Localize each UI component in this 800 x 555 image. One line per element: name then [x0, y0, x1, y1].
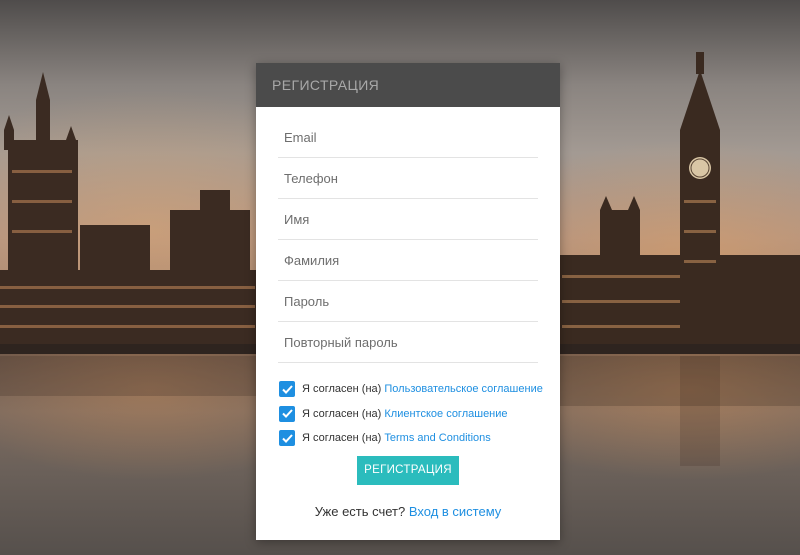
first-name-input[interactable] [278, 211, 538, 227]
client-agreement-checkbox[interactable] [279, 405, 295, 422]
last-name-field-row [278, 240, 538, 281]
agreement-user: Я согласен (на) Пользовательское соглаше… [279, 377, 560, 402]
agreement-terms: Я согласен (на) Terms and Conditions [279, 426, 560, 451]
user-agreement-link[interactable]: Пользовательское соглашение [384, 383, 542, 395]
check-icon [281, 434, 293, 443]
confirm-password-input[interactable] [278, 334, 538, 350]
terms-link[interactable]: Terms and Conditions [384, 432, 490, 444]
password-input[interactable] [278, 293, 538, 309]
check-icon [281, 409, 293, 419]
login-link[interactable]: Вход в систему [409, 504, 501, 519]
register-button[interactable]: РЕГИСТРАЦИЯ [357, 455, 459, 485]
last-name-input[interactable] [278, 252, 538, 268]
login-prompt: Уже есть счет? [314, 503, 406, 519]
registration-card: РЕГИСТРАЦИЯ Email Телефон Имя Фамилия Я … [256, 63, 560, 540]
agreement-prefix: Я согласен (на) [302, 407, 382, 420]
agreements: Я согласен (на) Пользовательское соглаше… [256, 363, 560, 451]
form-fields [256, 107, 560, 363]
email-input[interactable] [278, 129, 538, 145]
agreement-prefix: Я согласен (на) [302, 383, 382, 396]
agreement-prefix: Я согласен (на) [302, 432, 382, 445]
form-title: РЕГИСТРАЦИЯ [256, 63, 560, 107]
submit-wrap: РЕГИСТРАЦИЯ [256, 455, 560, 485]
phone-input[interactable] [278, 170, 538, 186]
user-agreement-checkbox[interactable] [279, 381, 295, 398]
first-name-field-row [278, 199, 538, 240]
background-photo: РЕГИСТРАЦИЯ Email Телефон Имя Фамилия Я … [0, 0, 800, 555]
client-agreement-link[interactable]: Клиентское соглашение [384, 408, 507, 420]
phone-field-row [278, 158, 538, 199]
agreement-client: Я согласен (на) Клиентское соглашение [279, 402, 560, 427]
check-icon [281, 385, 293, 394]
email-field-row [278, 117, 538, 158]
password-field-row [278, 281, 538, 322]
confirm-password-field-row [278, 322, 538, 363]
terms-checkbox[interactable] [279, 430, 295, 447]
login-prompt-row: Уже есть счет? Вход в систему [256, 504, 560, 519]
